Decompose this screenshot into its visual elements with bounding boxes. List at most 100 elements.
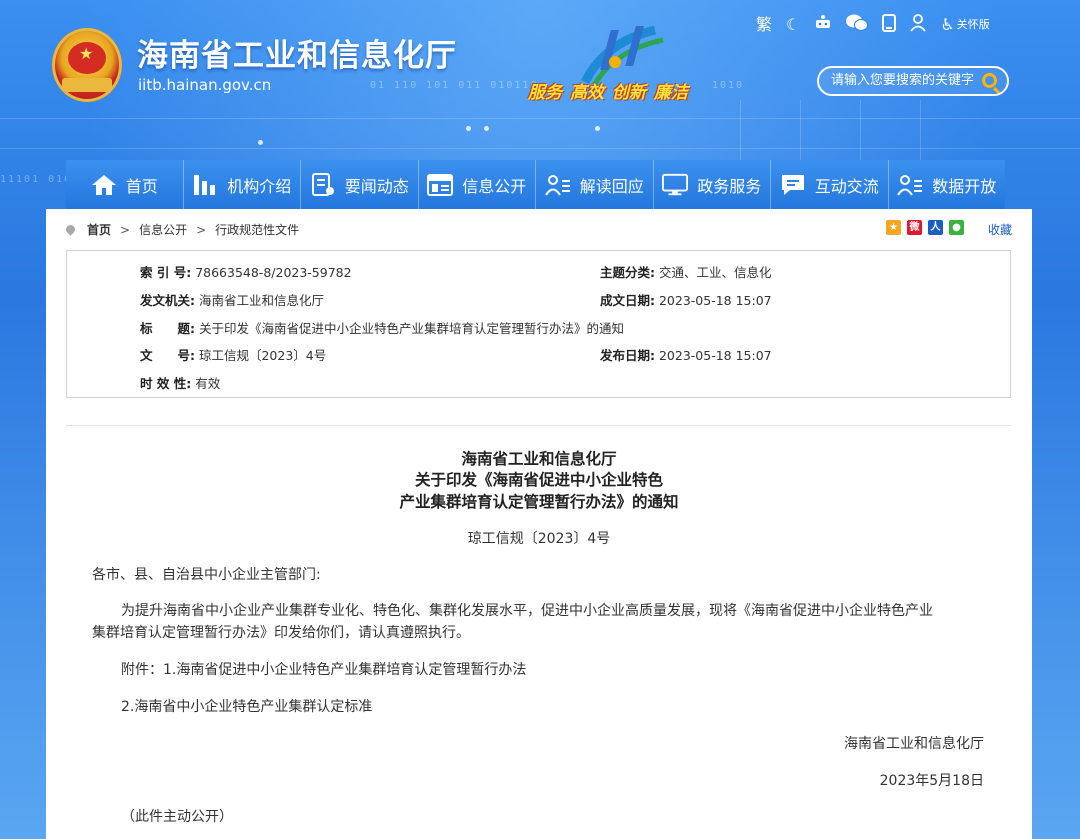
top-toolbar: 繁 ☾ ♿ 关怀版 [756,14,990,36]
chevron-right-icon: > [196,222,207,237]
meta-value: 有效 [195,376,221,391]
home-icon [91,173,117,197]
site-domain: iitb.hainan.gov.cn [138,76,272,94]
nav-item-open-data[interactable]: 数据开放 [888,160,1005,210]
nav-item-interaction[interactable]: 互动交流 [771,160,889,210]
breadcrumb: 首页 > 信息公开 > 行政规范性文件 [64,221,299,238]
nav-label: 信息公开 [462,177,527,196]
salutation: 各市、县、自治县中小企业主管部门: [92,567,321,583]
content-card: 首页 > 信息公开 > 行政规范性文件 ★ 微 人 ● 收藏 索 引 号: 78… [46,209,1032,839]
nav-item-home[interactable]: 首页 [66,160,184,210]
binary-decoration-mid: 01 110 101 011 010110 [370,80,539,91]
share-buttons: ★ 微 人 ● [886,220,970,235]
search-input[interactable]: 请输入您要搜索的关键字 [817,66,1009,96]
attachment-item: 2.海南省中小企业特色产业集群认定标准 [121,699,373,715]
meta-issuer: 发文机关: 海南省工业和信息化厅 [140,290,324,309]
meta-value: 2023-05-18 15:07 [658,348,772,363]
nav-item-info[interactable]: 信息公开 [418,160,536,210]
main-nav: 首页 机构介绍 要闻动态 信息公开 解读回应 政务服务 互动交流 数据开放 [66,160,1005,210]
renren-share-icon[interactable]: 人 [928,220,943,235]
qzone-share-icon[interactable]: ★ [886,220,901,235]
meta-value: 琼工信规〔2023〕4号 [198,348,327,363]
meta-label: 时 效 性: [140,376,192,391]
weibo-share-icon[interactable]: 微 [907,220,922,235]
meta-value: 2023-05-18 15:07 [658,293,772,308]
meta-validity: 时 效 性: 有效 [140,373,220,392]
user-icon[interactable] [910,14,927,36]
meta-label: 发布日期: [600,348,655,363]
nav-label: 机构介绍 [227,177,292,196]
doc-title-line: 海南省工业和信息化厅 [461,450,617,468]
nav-label: 首页 [125,177,158,196]
chat-icon [780,173,806,197]
night-mode-icon[interactable]: ☾ [786,14,800,36]
meta-label: 标 题: [140,321,195,336]
search-placeholder: 请输入您要搜索的关键字 [831,73,975,88]
binary-decoration-left: 11101 010 [0,174,73,185]
nav-item-news[interactable]: 要闻动态 [301,160,419,210]
meta-value: 78663548-8/2023-59782 [195,265,352,280]
attachment-item: 附件：1.海南省促进中小企业特色产业集群培育认定管理暂行办法 [121,662,527,678]
slogan-item: 服务 [528,83,562,103]
meta-published: 发布日期: 2023-05-18 15:07 [600,345,772,364]
nav-label: 要闻动态 [344,177,409,196]
meta-index: 索 引 号: 78663548-8/2023-59782 [140,262,352,281]
body-line: 为提升海南省中小企业产业集群专业化、特色化、集群化发展水平，促进中小企业高质量发… [121,603,933,619]
meta-value: 海南省工业和信息化厅 [198,293,324,308]
meta-created: 成文日期: 2023-05-18 15:07 [600,290,772,309]
slogan-item: 廉洁 [654,83,688,103]
info-board-icon [427,173,454,197]
meta-label: 发文机关: [140,293,195,308]
nav-item-org[interactable]: 机构介绍 [183,160,301,210]
meta-title: 标 题: 关于印发《海南省促进中小企业特色产业集群培育认定管理暂行办法》的通知 [140,318,624,337]
nav-label: 解读回应 [579,177,644,196]
document-meta-table: 索 引 号: 78663548-8/2023-59782 主题分类: 交通、工业… [66,250,1011,398]
nav-item-services[interactable]: 政务服务 [653,160,771,210]
nav-label: 政务服务 [697,177,762,196]
doc-date: 2023年5月18日 [879,773,984,789]
divider [66,425,1011,426]
slogan-item: 创新 [612,83,646,103]
wechat-share-icon[interactable]: ● [949,220,964,235]
accessibility-icon[interactable]: ♿ [940,14,954,36]
slogan: 服务 高效 创新 廉洁 [528,78,696,103]
news-icon [310,173,336,197]
meta-value: 交通、工业、信息化 [658,265,772,280]
body-line: 集群培育认定管理暂行办法》印发给你们，请认真遵照执行。 [92,625,470,641]
meta-label: 文 号: [140,348,195,363]
signature: 海南省工业和信息化厅 [844,736,984,752]
org-chart-icon [192,173,218,197]
national-emblem-logo[interactable]: ★ [52,28,122,102]
robot-icon[interactable] [814,14,832,36]
traditional-chinese-button[interactable]: 繁 [756,14,772,36]
care-mode-button[interactable]: 关怀版 [957,14,990,36]
nav-label: 互动交流 [814,177,879,196]
breadcrumb-home[interactable]: 首页 [87,221,111,238]
meta-label: 主题分类: [600,265,655,280]
doc-title-line: 产业集群培育认定管理暂行办法》的通知 [399,493,679,511]
binary-decoration-right: 1010 [712,80,745,91]
doc-number: 琼工信规〔2023〕4号 [467,531,611,547]
nav-label: 数据开放 [932,177,997,196]
meta-label: 索 引 号: [140,265,192,280]
breadcrumb-info[interactable]: 信息公开 [139,221,187,238]
location-pin-icon [64,223,77,236]
user-list-icon [897,173,923,197]
chevron-right-icon: > [120,222,131,237]
meta-label: 成文日期: [600,293,655,308]
favorite-link[interactable]: 收藏 [988,221,1012,238]
nav-item-interpret[interactable]: 解读回应 [536,160,654,210]
search-icon[interactable] [982,73,997,88]
site-title[interactable]: 海南省工业和信息化厅 [137,30,457,75]
wechat-icon[interactable] [846,14,869,36]
disclosure-note: （此件主动公开） [121,809,233,825]
mobile-icon[interactable] [882,14,897,36]
doc-title-line: 关于印发《海南省促进中小企业特色 [414,471,663,489]
breadcrumb-current[interactable]: 行政规范性文件 [215,221,299,238]
meta-topic: 主题分类: 交通、工业、信息化 [600,262,772,281]
slogan-item: 高效 [570,83,604,103]
user-list-icon [544,173,571,197]
monitor-icon [662,173,689,197]
meta-docno: 文 号: 琼工信规〔2023〕4号 [140,345,326,364]
meta-value: 关于印发《海南省促进中小企业特色产业集群培育认定管理暂行办法》的通知 [198,321,624,336]
